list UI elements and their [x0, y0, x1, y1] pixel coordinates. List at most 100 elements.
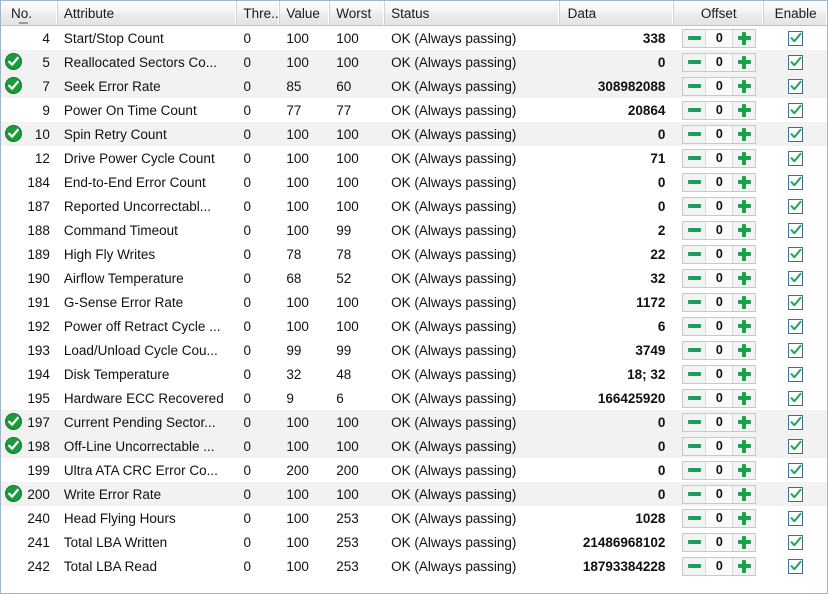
- offset-decrement-button[interactable]: [683, 341, 706, 359]
- offset-value[interactable]: 0: [705, 389, 734, 407]
- offset-stepper[interactable]: 0: [682, 100, 757, 120]
- offset-decrement-button[interactable]: [683, 29, 706, 47]
- offset-value[interactable]: 0: [705, 461, 734, 479]
- offset-value[interactable]: 0: [705, 149, 734, 167]
- enable-checkbox[interactable]: [788, 414, 804, 430]
- offset-value[interactable]: 0: [705, 173, 734, 191]
- offset-decrement-button[interactable]: [683, 149, 706, 167]
- table-row[interactable]: 200 Write Error Rate 0 100 100 OK (Always pas…: [1, 482, 827, 506]
- offset-stepper[interactable]: 0: [682, 460, 757, 480]
- offset-decrement-button[interactable]: [683, 389, 706, 407]
- offset-increment-button[interactable]: [733, 293, 756, 311]
- offset-value[interactable]: 0: [705, 53, 734, 71]
- table-row[interactable]: 199 Ultra ATA CRC Error Co... 0 200 200 OK (A…: [1, 458, 827, 482]
- offset-decrement-button[interactable]: [683, 509, 706, 527]
- offset-increment-button[interactable]: [733, 197, 756, 215]
- offset-decrement-button[interactable]: [683, 557, 706, 575]
- table-row[interactable]: 195 Hardware ECC Recovered 0 9 6 OK (Always p…: [1, 386, 827, 410]
- offset-increment-button[interactable]: [733, 461, 756, 479]
- offset-decrement-button[interactable]: [683, 125, 706, 143]
- enable-checkbox[interactable]: [788, 198, 804, 214]
- offset-increment-button[interactable]: [733, 557, 756, 575]
- offset-increment-button[interactable]: [733, 149, 756, 167]
- offset-decrement-button[interactable]: [683, 173, 706, 191]
- enable-checkbox[interactable]: [788, 438, 804, 454]
- table-row[interactable]: 189 High Fly Writes 0 78 78 OK (Always passin…: [1, 242, 827, 266]
- offset-increment-button[interactable]: [733, 389, 756, 407]
- table-row[interactable]: 190 Airflow Temperature 0 68 52 OK (Always pa…: [1, 266, 827, 290]
- table-row[interactable]: 7 Seek Error Rate 0 85 60 OK (Always passing)…: [1, 74, 827, 98]
- offset-value[interactable]: 0: [705, 221, 734, 239]
- table-row[interactable]: 198 Off-Line Uncorrectable ... 0 100 100 OK (…: [1, 434, 827, 458]
- offset-stepper[interactable]: 0: [682, 412, 757, 432]
- offset-increment-button[interactable]: [733, 485, 756, 503]
- offset-increment-button[interactable]: [733, 125, 756, 143]
- offset-decrement-button[interactable]: [683, 365, 706, 383]
- offset-value[interactable]: 0: [705, 341, 734, 359]
- offset-stepper[interactable]: 0: [682, 508, 757, 528]
- offset-value[interactable]: 0: [705, 557, 734, 575]
- offset-increment-button[interactable]: [733, 413, 756, 431]
- table-row[interactable]: 5 Reallocated Sectors Co... 0 100 100 OK (Alw…: [1, 50, 827, 74]
- column-header-worst[interactable]: Worst: [330, 1, 386, 25]
- offset-decrement-button[interactable]: [683, 269, 706, 287]
- offset-decrement-button[interactable]: [683, 461, 706, 479]
- offset-decrement-button[interactable]: [683, 197, 706, 215]
- table-row[interactable]: 197 Current Pending Sector... 0 100 100 OK (A…: [1, 410, 827, 434]
- offset-decrement-button[interactable]: [683, 101, 706, 119]
- offset-increment-button[interactable]: [733, 317, 756, 335]
- table-row[interactable]: 194 Disk Temperature 0 32 48 OK (Always passi…: [1, 362, 827, 386]
- offset-decrement-button[interactable]: [683, 77, 706, 95]
- table-row[interactable]: 12 Drive Power Cycle Count 0 100 100 OK (Alwa…: [1, 146, 827, 170]
- enable-checkbox[interactable]: [788, 462, 804, 478]
- offset-decrement-button[interactable]: [683, 413, 706, 431]
- offset-stepper[interactable]: 0: [682, 148, 757, 168]
- offset-stepper[interactable]: 0: [682, 340, 757, 360]
- enable-checkbox[interactable]: [788, 150, 804, 166]
- enable-checkbox[interactable]: [788, 174, 804, 190]
- offset-decrement-button[interactable]: [683, 293, 706, 311]
- offset-increment-button[interactable]: [733, 221, 756, 239]
- offset-value[interactable]: 0: [705, 509, 734, 527]
- enable-checkbox[interactable]: [788, 558, 804, 574]
- enable-checkbox[interactable]: [788, 246, 804, 262]
- offset-value[interactable]: 0: [705, 77, 734, 95]
- offset-stepper[interactable]: 0: [682, 124, 757, 144]
- offset-increment-button[interactable]: [733, 365, 756, 383]
- offset-stepper[interactable]: 0: [682, 28, 757, 48]
- offset-decrement-button[interactable]: [683, 437, 706, 455]
- offset-stepper[interactable]: 0: [682, 292, 757, 312]
- column-header-offset[interactable]: Offset: [674, 1, 765, 25]
- enable-checkbox[interactable]: [788, 54, 804, 70]
- offset-decrement-button[interactable]: [683, 245, 706, 263]
- table-row[interactable]: 192 Power off Retract Cycle ... 0 100 100 OK …: [1, 314, 827, 338]
- offset-value[interactable]: 0: [705, 29, 734, 47]
- table-row[interactable]: 191 G-Sense Error Rate 0 100 100 OK (Always p…: [1, 290, 827, 314]
- offset-increment-button[interactable]: [733, 101, 756, 119]
- enable-checkbox[interactable]: [788, 534, 804, 550]
- offset-value[interactable]: 0: [705, 293, 734, 311]
- offset-stepper[interactable]: 0: [682, 244, 757, 264]
- offset-stepper[interactable]: 0: [682, 52, 757, 72]
- column-header-data[interactable]: Data: [560, 1, 675, 25]
- offset-value[interactable]: 0: [705, 365, 734, 383]
- offset-increment-button[interactable]: [733, 437, 756, 455]
- offset-value[interactable]: 0: [705, 413, 734, 431]
- table-row[interactable]: 187 Reported Uncorrectabl... 0 100 100 OK (Al…: [1, 194, 827, 218]
- table-row[interactable]: 242 Total LBA Read 0 100 253 OK (Always passi…: [1, 554, 827, 578]
- enable-checkbox[interactable]: [788, 102, 804, 118]
- enable-checkbox[interactable]: [788, 318, 804, 334]
- offset-stepper[interactable]: 0: [682, 436, 757, 456]
- offset-stepper[interactable]: 0: [682, 220, 757, 240]
- column-header-no[interactable]: No.: [1, 1, 58, 25]
- offset-stepper[interactable]: 0: [682, 388, 757, 408]
- table-row[interactable]: 4 Start/Stop Count 0 100 100 OK (Always passi…: [1, 26, 827, 50]
- offset-increment-button[interactable]: [733, 53, 756, 71]
- offset-decrement-button[interactable]: [683, 317, 706, 335]
- offset-stepper[interactable]: 0: [682, 196, 757, 216]
- column-header-enable[interactable]: Enable: [764, 1, 827, 25]
- offset-value[interactable]: 0: [705, 485, 734, 503]
- enable-checkbox[interactable]: [788, 366, 804, 382]
- table-row[interactable]: 10 Spin Retry Count 0 100 100 OK (Always pass…: [1, 122, 827, 146]
- offset-stepper[interactable]: 0: [682, 316, 757, 336]
